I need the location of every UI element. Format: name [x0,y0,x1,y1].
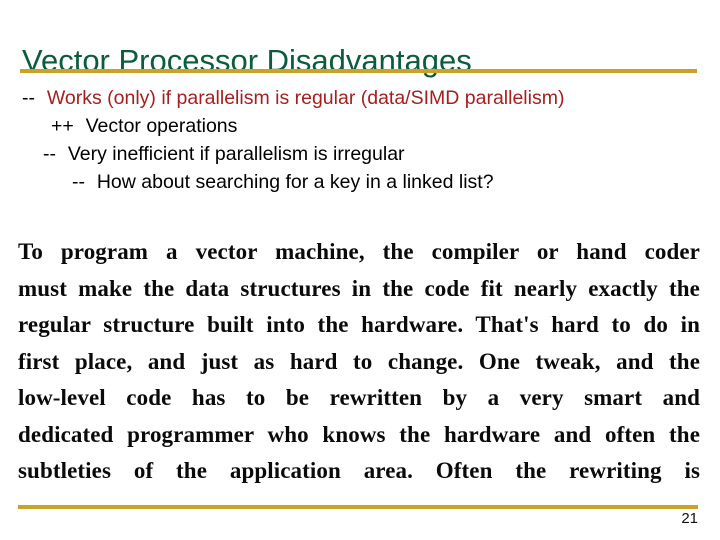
bullet-text: How about searching for a key in a linke… [96,171,494,193]
slide-canvas: Vector Processor Disadvantages -- Works … [0,0,720,540]
bullet-marker: -- [22,87,35,109]
quote-line-text: low-level code has to be rewritten by a … [18,385,700,410]
title-divider [20,69,697,73]
quote-line: first place, and just as hard to change.… [18,344,700,381]
bullet-marker: ++ [51,115,74,137]
quote-line-text: first place, and just as hard to change.… [18,348,700,374]
quote-line: dedicated programmer who knows the hardw… [18,417,700,454]
quote-line-text: To program a vector machine, the compile… [18,239,700,264]
quote-line: must make the data structures in the cod… [18,271,700,308]
quote-line: subtleties of the application area. Ofte… [18,453,700,490]
quote-line: low-level code has to be rewritten by a … [18,380,700,417]
bullet-text: Very inefficient if parallelism is irreg… [67,143,405,165]
bullet-text: Works (only) if parallelism is regular (… [46,87,565,109]
bullet-list: -- Works (only) if parallelism is regula… [0,84,720,196]
bullet-item-linked-list: -- How about searching for a key in a li… [0,168,720,196]
bullet-item-works-only: -- Works (only) if parallelism is regula… [0,84,720,112]
quote-line-text: must make the data structures in the cod… [18,275,700,301]
quote-line: To program a vector machine, the compile… [18,234,700,271]
bullet-marker: -- [43,143,56,165]
page-title: Vector Processor Disadvantages [22,42,472,78]
footer-divider [18,505,698,509]
bullet-item-very-inefficient: -- Very inefficient if parallelism is ir… [0,140,720,168]
bullet-text: Vector operations [85,115,238,137]
quote-line-text: dedicated programmer who knows the hardw… [18,421,700,447]
quote-line-text: subtleties of the application area. Ofte… [18,458,700,483]
bullet-marker: -- [72,171,85,193]
bullet-item-vector-operations: ++ Vector operations [0,112,720,140]
scanned-quote-paragraph: To program a vector machine, the compile… [18,234,700,490]
quote-line: regular structure built into the hardwar… [18,307,700,344]
quote-line-text: regular structure built into the hardwar… [18,312,700,337]
page-number: 21 [681,510,698,527]
